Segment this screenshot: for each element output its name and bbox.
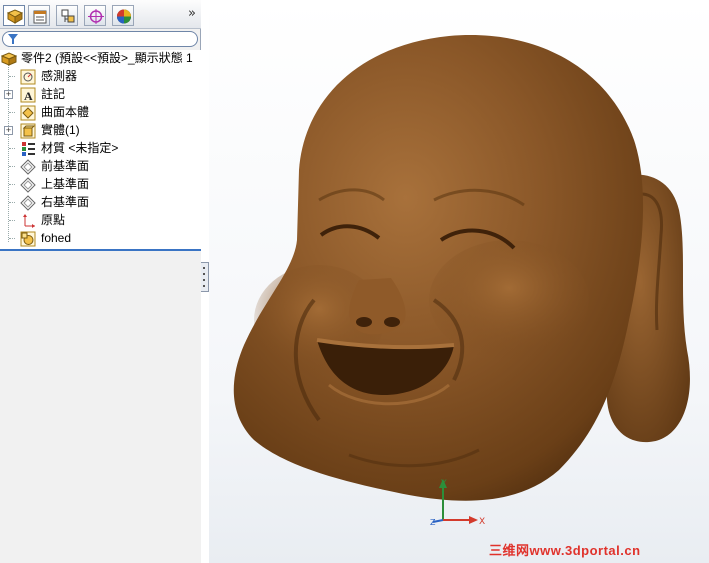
display-manager-icon bbox=[117, 9, 131, 24]
graphics-area[interactable]: Y X Z bbox=[209, 0, 709, 563]
more-tabs-button[interactable]: » bbox=[188, 6, 196, 21]
configuration-manager-icon bbox=[61, 9, 75, 23]
surface-body-icon bbox=[20, 105, 36, 121]
y-label: Y bbox=[440, 479, 447, 489]
plane-icon bbox=[20, 177, 36, 193]
tree-item-origin[interactable]: 原點 bbox=[0, 212, 201, 229]
imported-feature-icon bbox=[20, 231, 36, 247]
tree-item-front-plane[interactable]: 前基準面 bbox=[0, 158, 201, 175]
part-icon bbox=[1, 52, 17, 66]
tree-item-surface-bodies[interactable]: 曲面本體 bbox=[0, 104, 201, 121]
panel-collapse-handle[interactable] bbox=[201, 262, 209, 292]
plane-icon bbox=[20, 159, 36, 175]
sensor-icon bbox=[20, 69, 36, 85]
dimxpert-manager-tab[interactable] bbox=[84, 5, 106, 26]
tree-item-material[interactable]: 材質 <未指定> bbox=[0, 140, 201, 157]
configuration-manager-tab[interactable] bbox=[56, 5, 78, 26]
origin-icon bbox=[23, 214, 35, 228]
coordinate-triad: Y X Z bbox=[430, 479, 485, 527]
tree-root-part[interactable]: 零件2 (預設<<預設>_顯示狀態 1 bbox=[0, 50, 201, 67]
tree-filter-input[interactable] bbox=[2, 31, 198, 47]
property-manager-icon bbox=[33, 10, 47, 24]
display-manager-tab[interactable] bbox=[112, 5, 134, 26]
material-icon bbox=[22, 142, 35, 156]
filter-icon bbox=[8, 34, 18, 44]
filter-bar bbox=[0, 30, 201, 48]
expand-toggle[interactable]: + bbox=[4, 90, 13, 99]
tree-item-fohed[interactable]: fohed bbox=[0, 230, 201, 247]
feature-manager-tab[interactable] bbox=[3, 5, 25, 26]
feature-manager-icon bbox=[6, 9, 24, 24]
property-manager-tab[interactable] bbox=[28, 5, 50, 26]
solid-body-icon bbox=[20, 123, 36, 139]
tree-item-right-plane[interactable]: 右基準面 bbox=[0, 194, 201, 211]
z-label: Z bbox=[430, 518, 436, 527]
feature-manager-panel: » 零件2 (預設<<預設>_顯示狀態 1 感測器 + A 註記 曲面本體 + … bbox=[0, 0, 201, 563]
panel-empty-area bbox=[0, 251, 201, 563]
tree-item-sensors[interactable]: 感測器 bbox=[0, 68, 201, 85]
manager-tab-bar: » bbox=[0, 0, 201, 29]
feature-tree: 零件2 (預設<<預設>_顯示狀態 1 感測器 + A 註記 曲面本體 + 實體… bbox=[0, 50, 201, 249]
x-label: X bbox=[479, 517, 485, 527]
annotation-icon: A bbox=[20, 87, 36, 103]
plane-icon bbox=[20, 195, 36, 211]
tree-root-label: 零件2 (預設<<預設>_顯示狀態 1 bbox=[21, 51, 193, 65]
watermark: 三维网www.3dportal.cn bbox=[489, 543, 641, 558]
dimxpert-manager-icon bbox=[88, 9, 104, 24]
svg-text:A: A bbox=[24, 89, 33, 103]
expand-toggle[interactable]: + bbox=[4, 126, 13, 135]
tree-item-solid-bodies[interactable]: + 實體(1) bbox=[0, 122, 201, 139]
tree-item-annotations[interactable]: + A 註記 bbox=[0, 86, 201, 103]
tree-item-top-plane[interactable]: 上基準面 bbox=[0, 176, 201, 193]
